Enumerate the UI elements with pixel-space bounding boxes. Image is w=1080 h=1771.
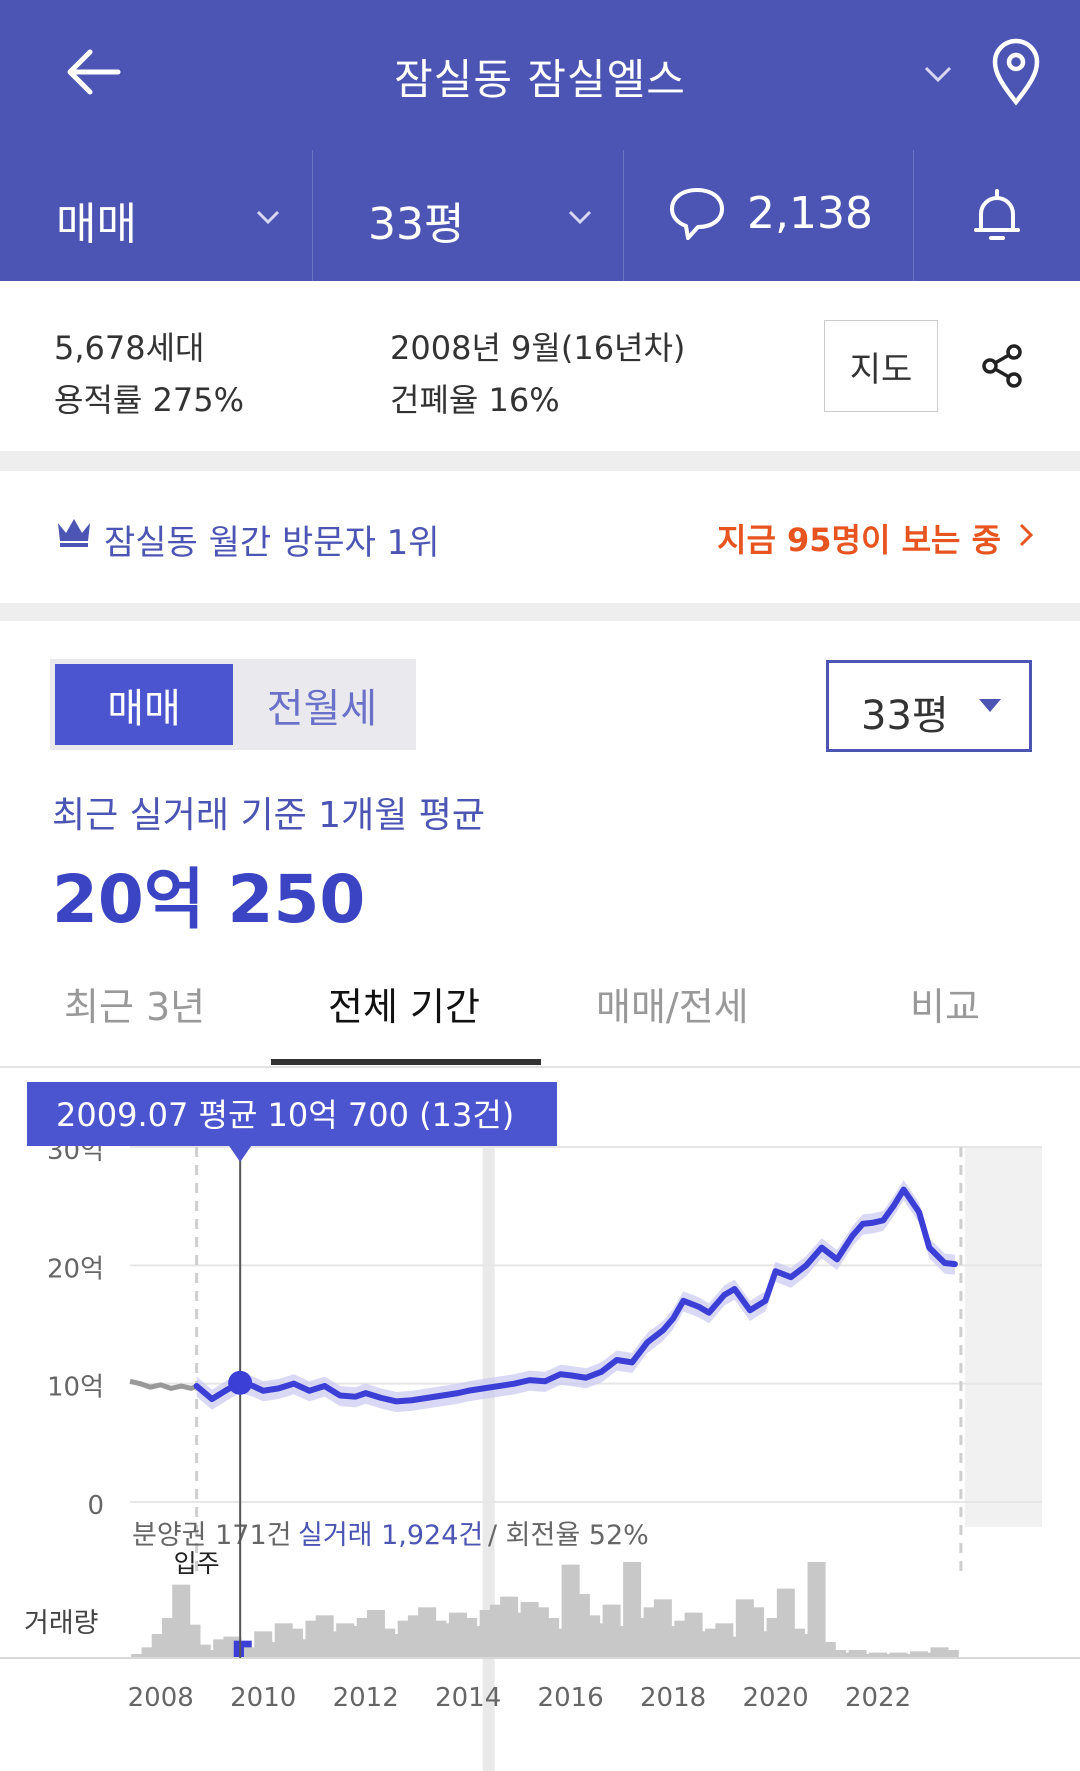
visitor-rank: 잠실동 월간 방문자 1위 [104,523,440,563]
tab-recent-3-years[interactable]: 최근 3년 [64,976,205,1031]
turnover-rate: / 회전율 52% [488,1520,649,1551]
chevron-down-icon[interactable] [920,56,956,92]
future-region [964,1147,1042,1527]
floor-area-ratio: 용적률 275% [54,381,244,419]
comment-count: 2,138 [747,188,873,239]
live-viewers: 지금 95명이 보는 중 [717,521,1002,559]
price-chart[interactable]: 010억20억30억거래량2008 2010 2012 2014 2016 2018 202… [0,1066,1080,1771]
x-tick-label: 2010 [230,1683,296,1713]
x-tick-label: 2012 [333,1683,399,1713]
x-tick-label: 2018 [640,1683,706,1713]
filter-bar: 매매 33평 2,138 [0,150,1080,281]
x-tick-label: 2022 [845,1683,911,1713]
app-header: 잠실동 잠실엘스 [0,0,1080,150]
move-in-label: 입주 [174,1549,220,1578]
presale-line [129,1378,198,1391]
households: 5,678세대 [54,329,205,367]
tab-sale-jeonse[interactable]: 매매/전세 [596,976,749,1031]
size-select[interactable]: 33평 [312,150,624,281]
page-title[interactable]: 잠실동 잠실엘스 [0,46,1080,107]
size-dropdown[interactable]: 33평 [826,660,1032,752]
trade-count: 실거래 1,924건 [298,1520,483,1551]
period-tabs: 최근 3년 전체 기간 매매/전세 비교 [0,950,1080,1068]
selected-point [228,1370,253,1395]
tooltip-text: 2009.07 평균 10억 700 (13건) [56,1096,514,1134]
average-price: 20억 250 [52,861,366,938]
map-pin-icon[interactable] [990,38,1042,108]
share-icon[interactable] [978,342,1026,390]
chevron-down-icon [568,210,592,225]
x-tick-label: 2016 [538,1683,604,1713]
building-coverage-ratio: 건폐율 16% [390,381,560,419]
bell-icon [974,189,1020,240]
tab-compare[interactable]: 비교 [910,976,980,1031]
active-tab-indicator [271,1059,541,1065]
size-label: 33평 [368,199,465,250]
volume-label: 거래량 [24,1608,99,1639]
y-tick-label: 0 [87,1491,104,1521]
map-button[interactable]: 지도 [824,320,938,412]
visitor-banner[interactable]: 잠실동 월간 방문자 1위 지금 95명이 보는 중 [0,471,1080,603]
notification-button[interactable] [913,150,1080,281]
size-dropdown-label: 33평 [861,693,949,739]
section-divider [0,451,1080,471]
year-column [482,1147,495,1771]
trade-toggle: 매매 전월세 [50,659,416,750]
tooltip-arrow [229,1146,252,1162]
chevron-right-icon [1019,523,1034,547]
speech-bubble-icon [670,188,724,240]
toggle-sale[interactable]: 매매 [55,664,233,745]
toggle-rent[interactable]: 전월세 [233,664,411,745]
presale-count: 분양권 171건 [132,1520,291,1551]
trade-type-select[interactable]: 매매 [0,150,313,281]
x-tick-label: 2008 [128,1683,194,1713]
y-tick-label: 20억 [47,1254,104,1284]
y-tick-label: 10억 [47,1373,104,1403]
crown-icon [58,519,90,547]
comments-button[interactable]: 2,138 [623,150,914,281]
chevron-down-icon [256,210,280,225]
built-date: 2008년 9월(16년차) [390,329,686,367]
trade-type-label: 매매 [56,199,137,250]
tab-all-period[interactable]: 전체 기간 [328,976,480,1031]
x-tick-label: 2020 [742,1683,808,1713]
x-tick-label: 2014 [435,1683,501,1713]
caret-down-icon [979,699,1001,712]
volume-bar [940,1650,959,1658]
section-divider [0,603,1080,621]
price-caption: 최근 실거래 기준 1개월 평균 [52,795,485,836]
